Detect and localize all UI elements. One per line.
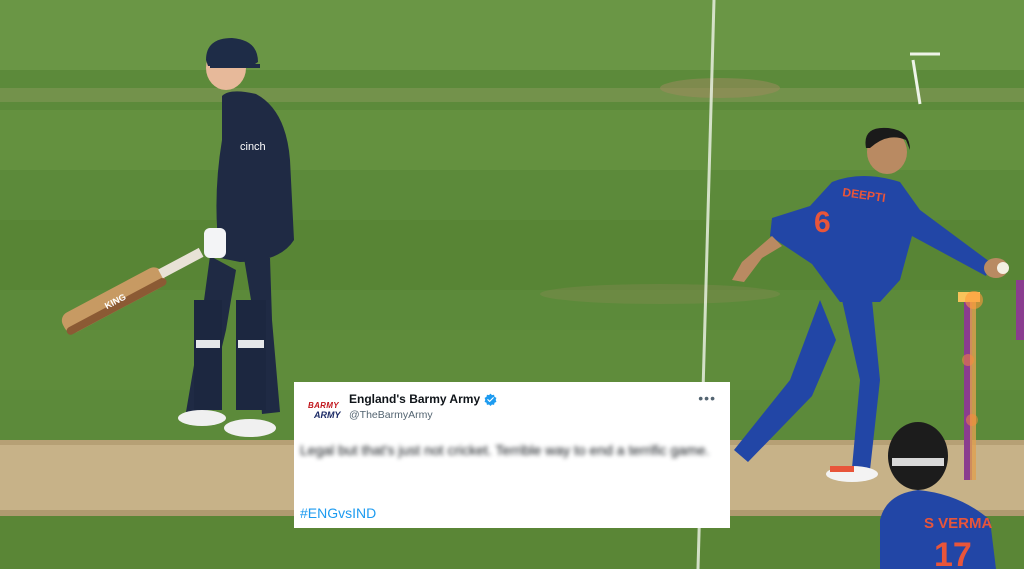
embedded-tweet[interactable]: BARMY ARMY England's Barmy Army @TheBarm… — [294, 382, 730, 528]
barmy-army-avatar[interactable]: BARMY ARMY — [308, 397, 342, 423]
tweet-hashtag[interactable]: #ENGvsIND — [300, 505, 376, 521]
author-display-name[interactable]: England's Barmy Army — [349, 392, 480, 406]
avatar-text-line2: ARMY — [314, 410, 341, 420]
more-options-icon[interactable]: ••• — [698, 390, 716, 406]
bowler-shirt-number: 6 — [814, 206, 831, 239]
avatar-text-line1: BARMY — [308, 401, 339, 410]
cricket-photo: cinch KING 6 DEEPTI S VERMA 17 BARMY ARM… — [0, 0, 1024, 569]
tweet-header: BARMY ARMY England's Barmy Army @TheBarm… — [306, 390, 718, 426]
author-handle[interactable]: @TheBarmyArmy — [349, 409, 433, 421]
tweet-text: Legal but that's just not cricket. Terri… — [300, 442, 710, 458]
author-name-row: England's Barmy Army — [349, 392, 497, 406]
fielder-shirt-number: 17 — [934, 536, 972, 569]
verified-badge-icon — [484, 393, 497, 406]
batter-shirt-logo: cinch — [240, 141, 266, 153]
fielder-shirt-name: S VERMA — [924, 515, 993, 532]
